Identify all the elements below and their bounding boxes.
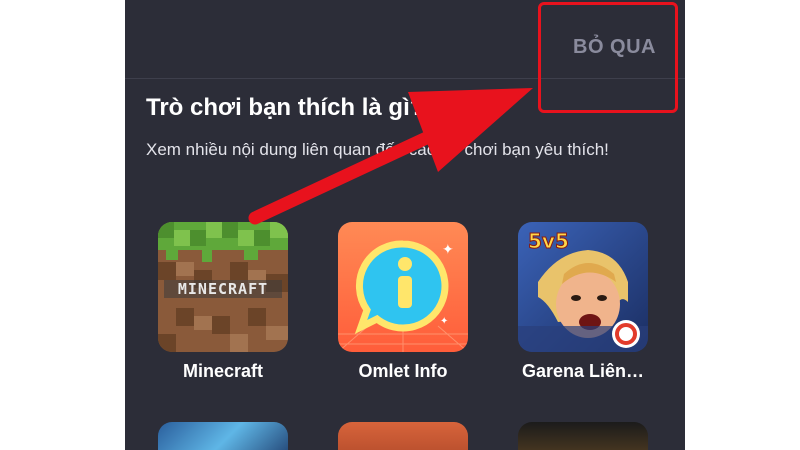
game-item-garena-lien-quan[interactable]: 5v5 Garena Liên… [518, 222, 648, 382]
skip-highlight-box [538, 2, 678, 113]
minecraft-logo-text: MINECRAFT [178, 280, 268, 298]
game-badge-text: 5v5 [528, 229, 569, 253]
page-description: Xem nhiều nội dung liên quan đến các trò… [146, 140, 609, 159]
game-name-omlet-info: Omlet Info [358, 361, 448, 381]
svg-text:✦: ✦ [440, 316, 448, 327]
game-item-partial-2[interactable] [338, 422, 468, 450]
onboarding-screen: BỎ QUA Trò chơi bạn thích là gì? Xem nhi… [125, 0, 685, 450]
game-item-minecraft[interactable]: MINECRAFT Minecraft [158, 222, 288, 382]
game-name-minecraft: Minecraft [182, 361, 263, 381]
page-title: Trò chơi bạn thích là gì? [146, 94, 425, 121]
garena-lien-quan-icon: 5v5 [518, 222, 648, 352]
game-item-partial-3[interactable] [518, 422, 648, 450]
minecraft-icon: MINECRAFT [158, 222, 288, 352]
omlet-info-icon: ✦ ✦ [338, 222, 468, 352]
game-name-garena: Garena Liên… [521, 361, 645, 381]
game-item-omlet-info[interactable]: ✦ ✦ Omlet Info [338, 222, 468, 382]
svg-text:✦: ✦ [442, 242, 454, 258]
game-item-partial-1[interactable] [158, 422, 288, 450]
